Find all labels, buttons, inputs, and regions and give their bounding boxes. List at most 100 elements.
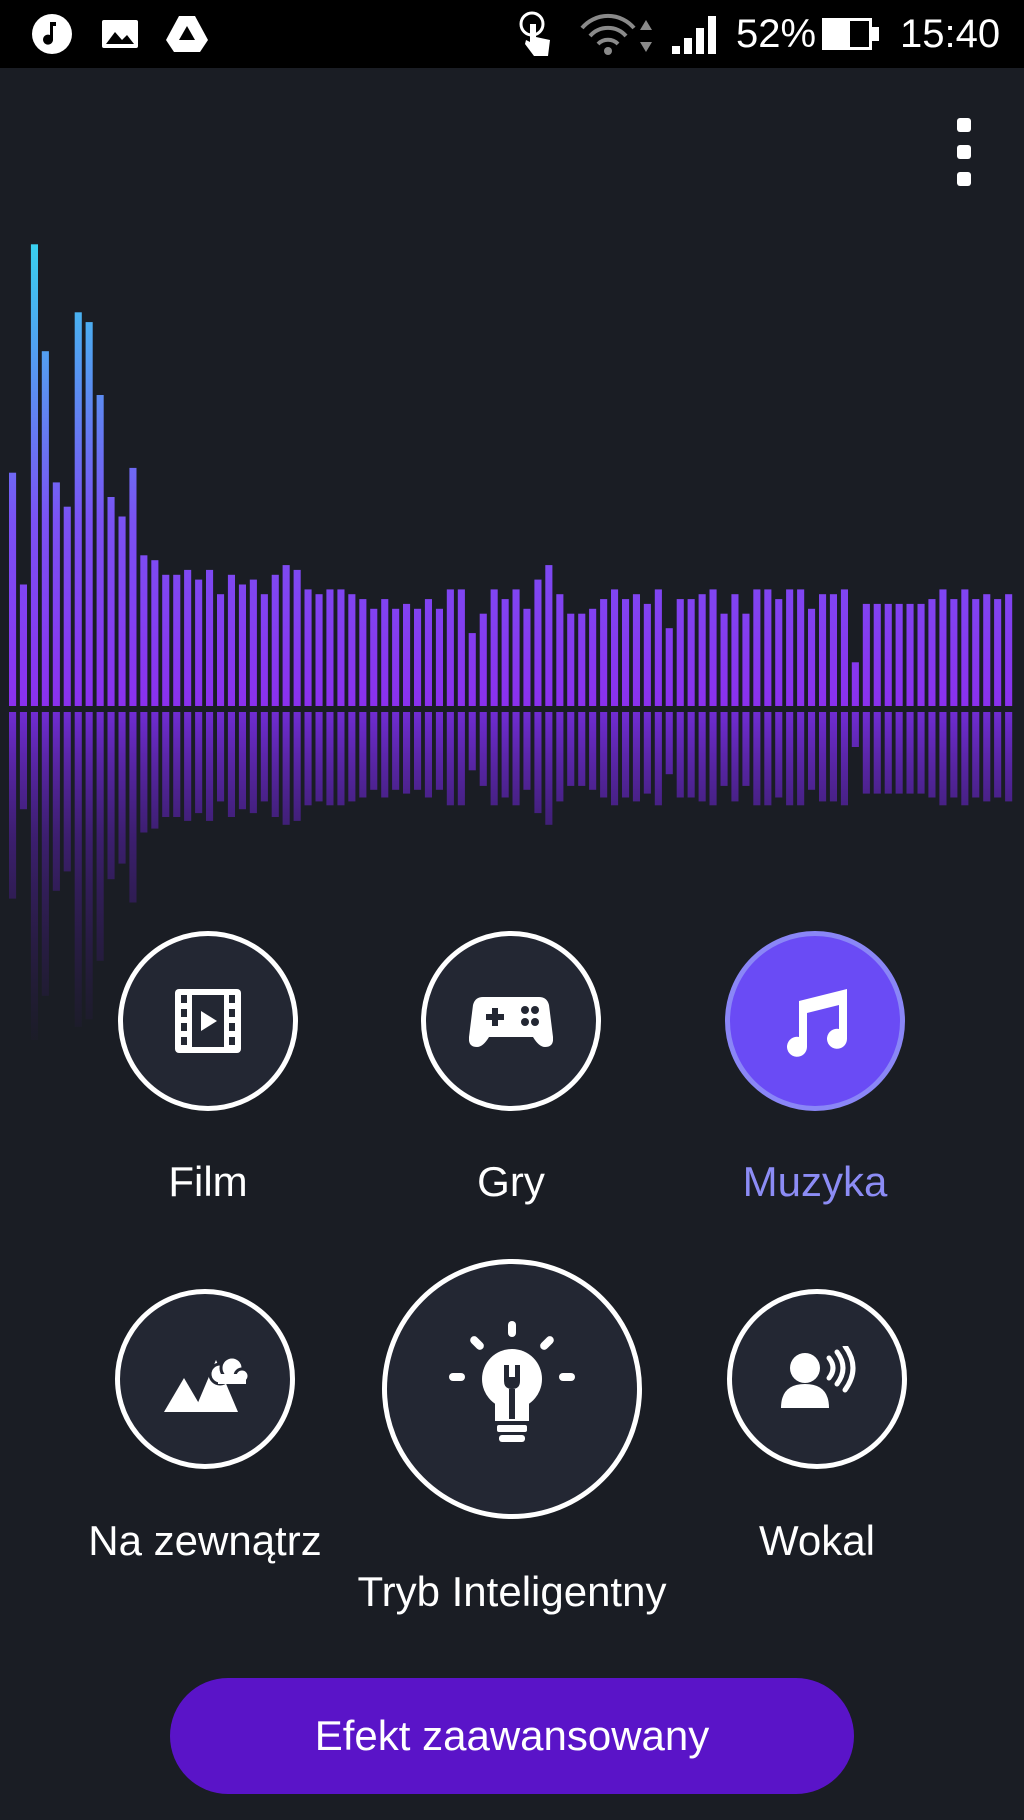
visualizer-bar-reflection [195, 712, 203, 814]
visualizer-bar [435, 608, 443, 706]
visualizer-bar-reflection [720, 712, 728, 786]
visualizer-bar-reflection [348, 712, 356, 802]
visualizer-bar-reflection [260, 712, 268, 802]
visualizer-bar [994, 599, 1002, 706]
visualizer-bar-reflection [862, 712, 870, 794]
gamepad-icon [469, 997, 553, 1047]
visualizer-bar-reflection [512, 712, 520, 806]
visualizer-bar-reflection [326, 712, 334, 806]
visualizer-bar [512, 589, 520, 706]
visualizer-bar [829, 594, 837, 706]
visualizer-bar [293, 569, 301, 706]
visualizer-bar-reflection [392, 712, 400, 790]
visualizer-bar [304, 589, 312, 706]
visualizer-bar-reflection [643, 712, 651, 794]
voice-icon [781, 1346, 856, 1408]
visualizer-bar-reflection [797, 712, 805, 806]
visualizer-bar [63, 506, 71, 706]
visualizer-bar-reflection [293, 712, 301, 821]
visualizer-bar-reflection [665, 712, 673, 775]
visualizer-bar [19, 584, 27, 706]
visualizer-bar [52, 482, 60, 706]
visualizer-bar-reflection [304, 712, 312, 806]
visualizer-bar-reflection [337, 712, 345, 806]
visualizer-bar [501, 599, 509, 706]
visualizer-bar [687, 599, 695, 706]
mode-music-label: Muzyka [742, 1158, 888, 1205]
visualizer-bar-reflection [184, 712, 192, 821]
mode-vocal-button[interactable] [727, 1289, 907, 1469]
visualizer-bar [271, 574, 279, 706]
visualizer-bar-reflection [939, 712, 947, 806]
visualizer-bar-reflection [972, 712, 980, 798]
visualizer-bar [983, 594, 991, 706]
touch-icon [519, 11, 550, 56]
advanced-effect-button[interactable]: Efekt zaawansowany [170, 1678, 854, 1794]
visualizer-bar [972, 599, 980, 706]
mode-film-label: Film [168, 1158, 248, 1205]
visualizer-bar [797, 589, 805, 706]
visualizer-bar-reflection [961, 712, 969, 806]
visualizer-bar-reflection [435, 712, 443, 790]
mode-outdoor-button[interactable] [115, 1289, 295, 1469]
image-icon [102, 20, 138, 48]
clock: 15:40 [900, 12, 1001, 56]
visualizer-bar-reflection [140, 712, 148, 833]
visualizer-bar [731, 594, 739, 706]
visualizer-bar [545, 565, 553, 706]
visualizer-bar-reflection [457, 712, 465, 806]
visualizer-bar-reflection [19, 712, 27, 810]
visualizer-bar-reflection [567, 712, 575, 786]
visualizer-bar-reflection [151, 712, 159, 829]
mode-games-button[interactable] [421, 931, 601, 1111]
visualizer-bar [206, 569, 214, 706]
visualizer-bar [753, 589, 761, 706]
mode-film-button[interactable] [118, 931, 298, 1111]
visualizer-bar [534, 579, 542, 706]
visualizer-bar [107, 497, 115, 706]
visualizer-bar [162, 574, 170, 706]
visualizer-bar [906, 603, 914, 706]
visualizer-bar [151, 560, 159, 706]
visualizer-bar-reflection [928, 712, 936, 798]
visualizer-bar [129, 467, 137, 706]
visualizer-bar-reflection [381, 712, 389, 798]
visualizer-bar-reflection [370, 712, 378, 790]
visualizer-bar-reflection [238, 712, 246, 810]
visualizer-bar [184, 569, 192, 706]
overflow-menu-button[interactable] [940, 112, 988, 192]
visualizer-bar [709, 589, 717, 706]
music-note-icon [787, 989, 847, 1057]
visualizer-bar [238, 584, 246, 706]
visualizer-bar [74, 312, 82, 706]
visualizer-bar-reflection [589, 712, 597, 790]
visualizer-bar [348, 594, 356, 706]
visualizer-bar [720, 613, 728, 706]
visualizer-bar [490, 589, 498, 706]
visualizer-bar-reflection [129, 712, 137, 903]
visualizer-bar [41, 351, 49, 706]
visualizer-bar-reflection [107, 712, 115, 880]
visualizer-bar [173, 574, 181, 706]
visualizer-bar [403, 603, 411, 706]
visualizer-bar-reflection [282, 712, 290, 825]
visualizer-bar-reflection [315, 712, 323, 802]
visualizer-bar [654, 589, 662, 706]
mode-music-button[interactable] [725, 931, 905, 1111]
visualizer-bar-reflection [271, 712, 279, 817]
visualizer-bar-reflection [9, 712, 17, 899]
visualizer-bar [468, 633, 476, 706]
visualizer-bar [9, 472, 17, 706]
mode-smart-button[interactable] [382, 1259, 642, 1519]
visualizer-bar [195, 579, 203, 706]
visualizer-bar-reflection [742, 712, 750, 786]
visualizer-bar-reflection [775, 712, 783, 798]
visualizer-bar [282, 565, 290, 706]
visualizer-bar [643, 603, 651, 706]
visualizer-bar [808, 608, 816, 706]
visualizer-bar [1005, 594, 1013, 706]
visualizer-bar [249, 579, 257, 706]
visualizer-bar [884, 603, 892, 706]
mode-smart-label: Tryb Inteligentny [357, 1568, 667, 1615]
visualizer-bar [698, 594, 706, 706]
